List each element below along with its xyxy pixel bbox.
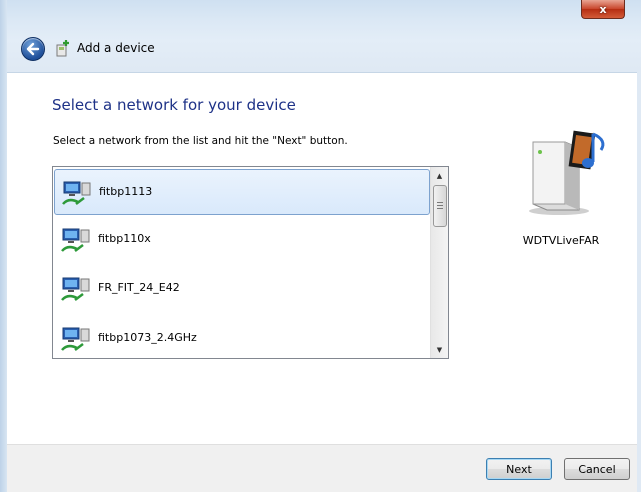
navigation-bar: Add a device	[7, 24, 637, 72]
footer-bar: Next Cancel	[7, 444, 637, 492]
scroll-up-button[interactable]: ▲	[431, 167, 448, 184]
close-button[interactable]: x	[581, 0, 625, 19]
scroll-thumb[interactable]	[433, 185, 447, 227]
back-button[interactable]	[21, 37, 45, 61]
page-heading: Select a network for your device	[52, 96, 296, 114]
network-list[interactable]: fitbp1113 fitbp110x FR_FIT_24_E42 fitbp1…	[52, 166, 449, 359]
device-name: WDTVLiveFAR	[522, 234, 600, 247]
cancel-button[interactable]: Cancel	[564, 458, 630, 480]
vertical-scrollbar[interactable]: ▲ ▼	[430, 167, 448, 358]
next-button[interactable]: Next	[486, 458, 552, 480]
media-player-device-icon	[529, 130, 605, 215]
window-title: Add a device	[77, 41, 155, 55]
network-item-fitbp110x[interactable]: fitbp110x	[54, 217, 430, 263]
network-name: fitbp110x	[98, 232, 151, 245]
network-name: fitbp1073_2.4GHz	[98, 331, 197, 344]
network-item-fitbp1073[interactable]: fitbp1073_2.4GHz	[54, 316, 430, 358]
instruction-text: Select a network from the list and hit t…	[53, 135, 348, 147]
wireless-network-icon	[61, 327, 90, 351]
network-item-fr-fit-24-e42[interactable]: FR_FIT_24_E42	[54, 266, 430, 312]
wireless-network-icon	[61, 277, 90, 301]
network-name: FR_FIT_24_E42	[98, 281, 180, 294]
network-name: fitbp1113	[99, 185, 153, 198]
network-item-fitbp1113[interactable]: fitbp1113	[54, 169, 430, 215]
window-border	[0, 0, 7, 492]
wireless-network-icon	[61, 228, 90, 252]
add-device-icon	[56, 40, 69, 57]
grip-icon	[437, 202, 443, 210]
scroll-down-button[interactable]: ▼	[431, 341, 448, 358]
content-area: Select a network for your device Select …	[7, 72, 637, 445]
wireless-network-icon	[62, 181, 91, 205]
back-arrow-icon	[26, 42, 40, 56]
add-device-window: x Add a device Select a network for your…	[0, 0, 641, 492]
